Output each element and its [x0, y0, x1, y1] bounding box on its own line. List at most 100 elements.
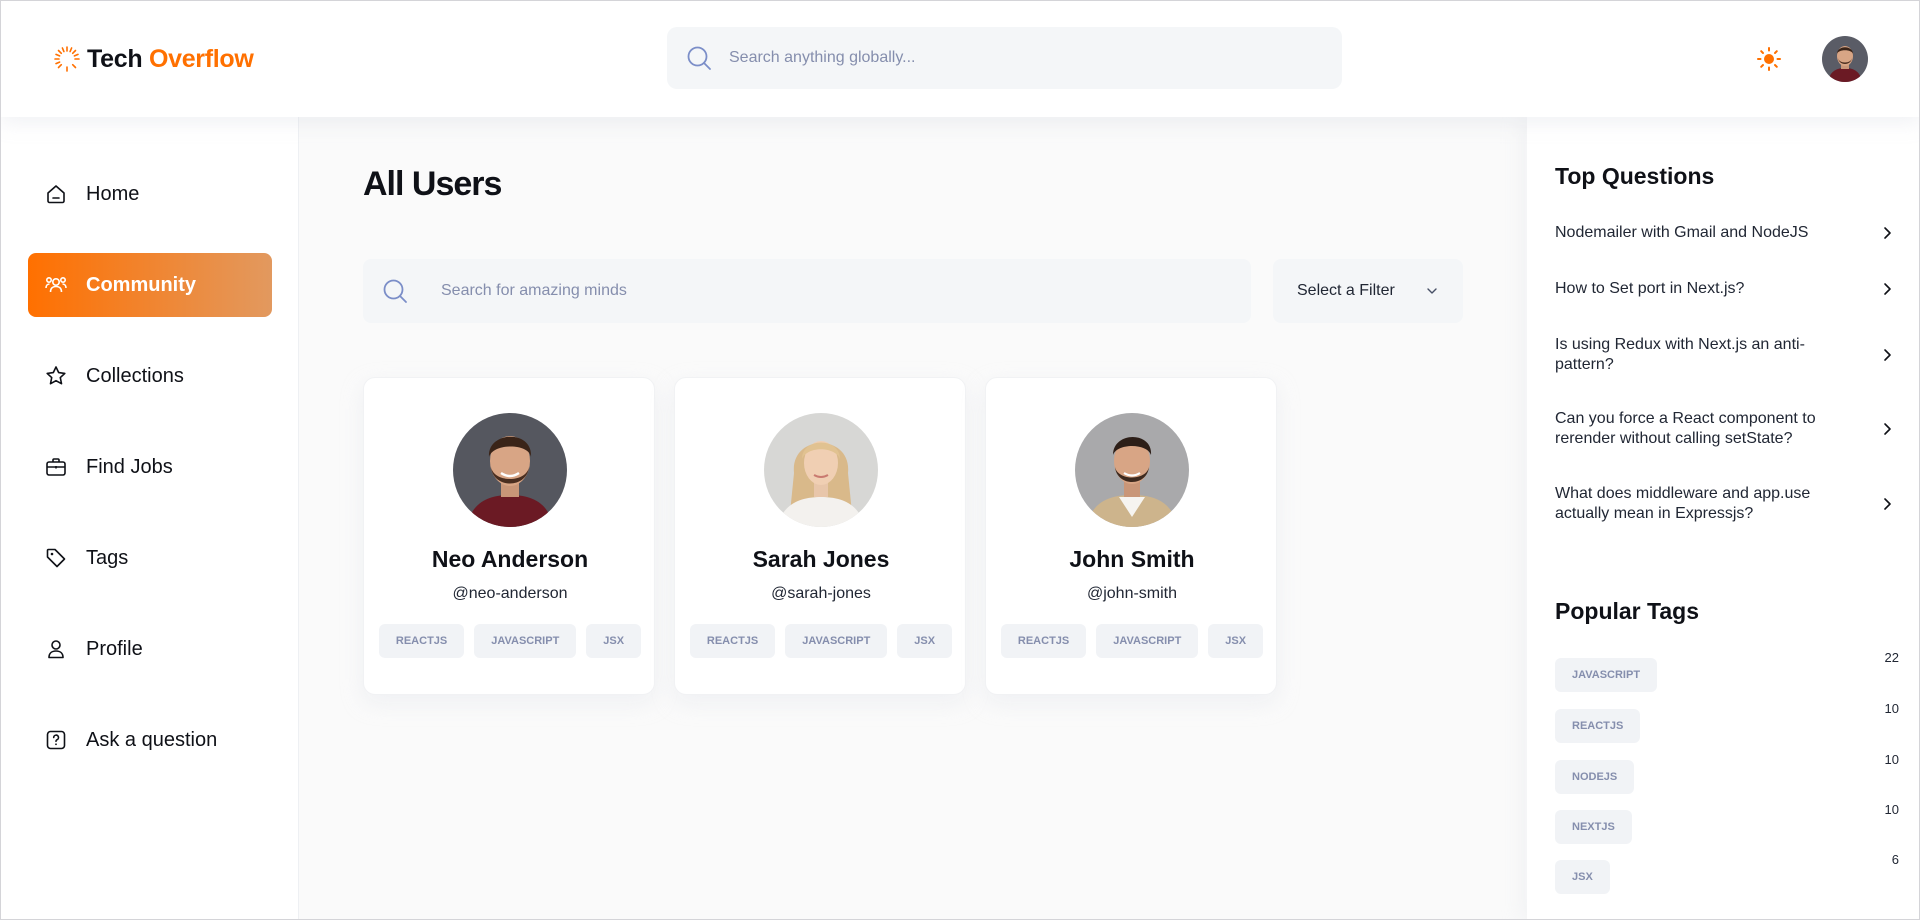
sidebar-item-collections[interactable]: Collections [28, 344, 272, 408]
question-title: Nodemailer with Gmail and NodeJS [1555, 224, 1809, 241]
chevron-right-icon [1884, 498, 1891, 510]
tag-chip[interactable]: JAVASCRIPT [785, 624, 888, 658]
tag-chip[interactable]: REACTJS [689, 624, 776, 658]
app-window: Tech Overflow Search anything globally..… [0, 0, 1920, 920]
user-icon [48, 640, 64, 659]
tag-chip[interactable]: JSX [586, 624, 642, 658]
top-questions-title: Top Questions [1555, 163, 1715, 189]
sidebar-item-label: Find Jobs [86, 455, 173, 478]
page-title: All Users [363, 165, 502, 203]
tag-chip[interactable]: JSX [1208, 624, 1264, 658]
popular-tag-row[interactable]: JSX 6 [1555, 852, 1899, 894]
theme-toggle-button[interactable] [1753, 43, 1785, 75]
user-handle: @john-smith [1086, 585, 1178, 602]
sidebar-item-tags[interactable]: Tags [28, 526, 272, 590]
tag-count: 6 [1891, 852, 1899, 867]
star-icon [46, 366, 66, 385]
tag-count: 10 [1884, 802, 1899, 817]
filter-select[interactable]: Select a Filter [1273, 259, 1463, 323]
user-handle: @neo-anderson [452, 585, 568, 602]
chevron-down-icon [1427, 288, 1437, 294]
top-question-item[interactable]: Nodemailer with Gmail and NodeJS [1555, 223, 1895, 243]
user-avatar[interactable] [1822, 36, 1868, 82]
user-photo [453, 413, 567, 527]
sidebar-item-label: Profile [86, 637, 143, 660]
question-title: What does middleware and app.use actuall… [1555, 485, 1811, 522]
avatar-image [1822, 36, 1868, 82]
filter-select-label: Select a Filter [1297, 282, 1395, 299]
chevron-right-icon [1884, 423, 1891, 435]
tag-chip[interactable]: JSX [1555, 860, 1610, 894]
logo-icon [54, 46, 80, 72]
global-search-input[interactable] [729, 49, 1289, 67]
tag-chip[interactable]: JAVASCRIPT [1555, 658, 1658, 692]
tag-count: 10 [1884, 752, 1899, 767]
chevron-right-icon [1884, 227, 1891, 239]
user-photo [764, 413, 878, 527]
user-handle: @sarah-jones [771, 585, 871, 602]
user-tags: REACTJS JAVASCRIPT JSX [675, 624, 967, 658]
question-title: How to Set port in Next.js? [1555, 280, 1745, 297]
user-photo [1075, 413, 1189, 527]
top-question-item[interactable]: Is using Redux with Next.js an anti-patt… [1555, 335, 1895, 375]
user-photo-image [453, 413, 567, 527]
sidebar-item-find-jobs[interactable]: Find Jobs [28, 435, 272, 499]
main-content: All Users Select a Filter [299, 117, 1527, 919]
chevron-right-icon [1884, 283, 1891, 295]
sidebar-item-home[interactable]: Home [28, 162, 272, 226]
tag-chip[interactable]: NODEJS [1555, 760, 1635, 794]
brand-name-part1: Tech [87, 44, 143, 73]
popular-tag-row[interactable]: REACTJS 10 [1555, 701, 1899, 743]
user-card[interactable]: Neo Anderson @neo-anderson REACTJS JAVAS… [363, 377, 655, 695]
top-question-item[interactable]: What does middleware and app.use actuall… [1555, 484, 1895, 524]
sidebar-item-label: Community [86, 273, 196, 296]
brand-name-part2: Overflow [148, 44, 254, 73]
logo-text: Tech Overflow [87, 45, 254, 74]
user-search-bar[interactable] [363, 259, 1251, 323]
tag-icon [46, 548, 66, 568]
user-card[interactable]: Sarah Jones @sarah-jones REACTJS JAVASCR… [674, 377, 966, 695]
top-navbar: Tech Overflow [1, 1, 1919, 117]
popular-tag-row[interactable]: NODEJS 10 [1555, 752, 1899, 794]
tag-chip[interactable]: REACTJS [378, 624, 465, 658]
popular-tag-row[interactable]: NEXTJS 10 [1555, 802, 1899, 844]
right-sidebar: Top Questions Nodemailer with Gmail and … [1527, 117, 1919, 919]
home-icon [47, 185, 65, 204]
tag-count: 10 [1884, 701, 1899, 716]
user-photo-image [764, 413, 878, 527]
tag-chip[interactable]: NEXTJS [1555, 810, 1632, 844]
user-name: Neo Anderson [431, 546, 589, 572]
logo[interactable]: Tech Overflow [53, 43, 254, 75]
user-name: Sarah Jones [752, 546, 890, 572]
sidebar-item-label: Collections [86, 364, 184, 387]
sidebar-item-label: Tags [86, 546, 129, 569]
sidebar-item-label: Home [86, 182, 140, 205]
top-question-item[interactable]: How to Set port in Next.js? [1555, 279, 1895, 299]
tag-chip[interactable]: JSX [897, 624, 953, 658]
question-title: Can you force a React component to reren… [1555, 410, 1816, 447]
sidebar-item-label: Ask a question [86, 728, 218, 751]
global-search-bar[interactable] [667, 27, 1342, 89]
search-icon [383, 279, 407, 303]
tag-count: 22 [1884, 650, 1899, 665]
question-icon [46, 730, 66, 750]
users-icon [45, 277, 67, 293]
top-question-item[interactable]: Can you force a React component to reren… [1555, 409, 1895, 449]
user-tags: REACTJS JAVASCRIPT JSX [364, 624, 656, 658]
user-search-input[interactable] [441, 282, 1221, 300]
tag-chip[interactable]: JAVASCRIPT [1096, 624, 1199, 658]
user-photo-image [1075, 413, 1189, 527]
popular-tag-row[interactable]: JAVASCRIPT 22 [1555, 650, 1899, 692]
user-card[interactable]: John Smith @john-smith REACTJS JAVASCRIP… [985, 377, 1277, 695]
suitcase-icon [46, 458, 66, 476]
tag-chip[interactable]: REACTJS [1000, 624, 1087, 658]
sidebar-item-ask-question[interactable]: Ask a question [28, 708, 272, 772]
tag-chip[interactable]: REACTJS [1555, 709, 1641, 743]
popular-tags-title: Popular Tags [1555, 598, 1699, 624]
sidebar-item-profile[interactable]: Profile [28, 617, 272, 681]
question-title: Is using Redux with Next.js an anti-patt… [1555, 336, 1805, 373]
left-sidebar: Home Community Collections Find Jobs Tag… [1, 117, 299, 919]
sidebar-item-community[interactable]: Community [28, 253, 272, 317]
tag-chip[interactable]: JAVASCRIPT [474, 624, 577, 658]
search-icon [687, 46, 711, 70]
